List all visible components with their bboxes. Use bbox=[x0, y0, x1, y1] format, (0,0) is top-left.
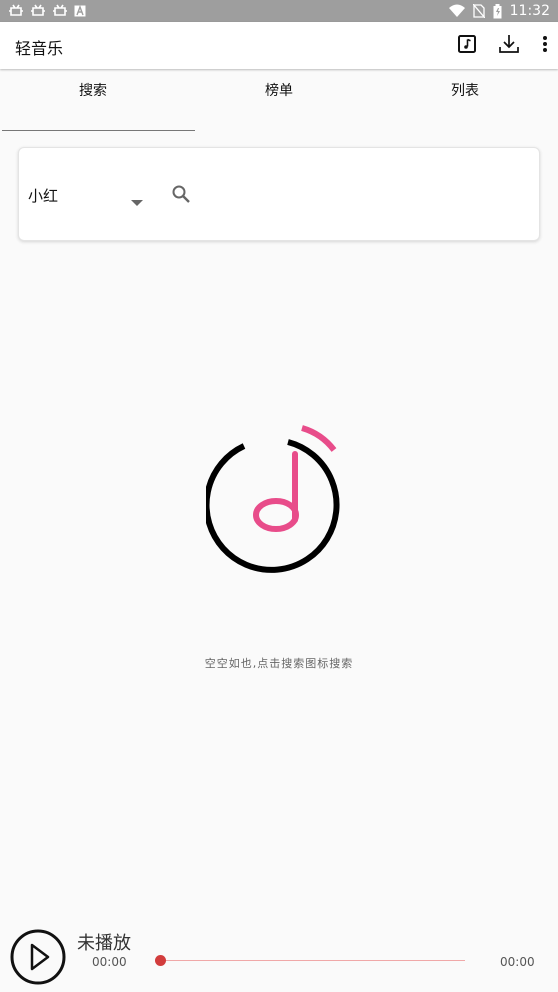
tab-charts[interactable]: 榜单 bbox=[186, 70, 372, 130]
no-sim-icon bbox=[472, 1, 485, 21]
battery-icon bbox=[493, 1, 502, 21]
download-icon[interactable] bbox=[498, 33, 520, 59]
empty-state-logo bbox=[203, 420, 352, 590]
play-icon[interactable] bbox=[10, 929, 66, 989]
song-title: 未播放 bbox=[77, 933, 131, 954]
music-note-icon[interactable] bbox=[458, 34, 476, 57]
current-time: 00:00 bbox=[92, 955, 127, 969]
wifi-icon bbox=[448, 1, 465, 21]
total-time: 00:00 bbox=[500, 955, 535, 969]
search-card: 小红 bbox=[18, 147, 540, 241]
bug-icon bbox=[52, 1, 68, 21]
app-title: 轻音乐 bbox=[15, 39, 64, 58]
tab-bar: 搜索 榜单 列表 bbox=[0, 70, 558, 132]
player-bar: 未播放 00:00 00:00 bbox=[0, 920, 558, 992]
search-icon[interactable] bbox=[171, 184, 191, 208]
notification-icons bbox=[8, 1, 86, 21]
tab-search[interactable]: 搜索 bbox=[0, 70, 186, 130]
dropdown-arrow-icon[interactable] bbox=[131, 192, 143, 211]
bug-icon bbox=[8, 1, 24, 21]
more-vert-icon[interactable] bbox=[542, 35, 548, 57]
clock-text: 11:32 bbox=[509, 3, 550, 19]
progress-track[interactable] bbox=[160, 960, 465, 961]
tab-indicator bbox=[2, 130, 195, 131]
tab-list[interactable]: 列表 bbox=[372, 70, 558, 130]
source-select[interactable]: 小红 bbox=[28, 185, 58, 206]
empty-state-message: 空空如也,点击搜索图标搜索 bbox=[204, 657, 354, 670]
app-bar: 轻音乐 bbox=[0, 22, 558, 69]
bug-icon bbox=[30, 1, 46, 21]
font-icon bbox=[74, 1, 86, 21]
status-bar: 11:32 bbox=[0, 0, 558, 22]
progress-thumb[interactable] bbox=[155, 955, 166, 966]
